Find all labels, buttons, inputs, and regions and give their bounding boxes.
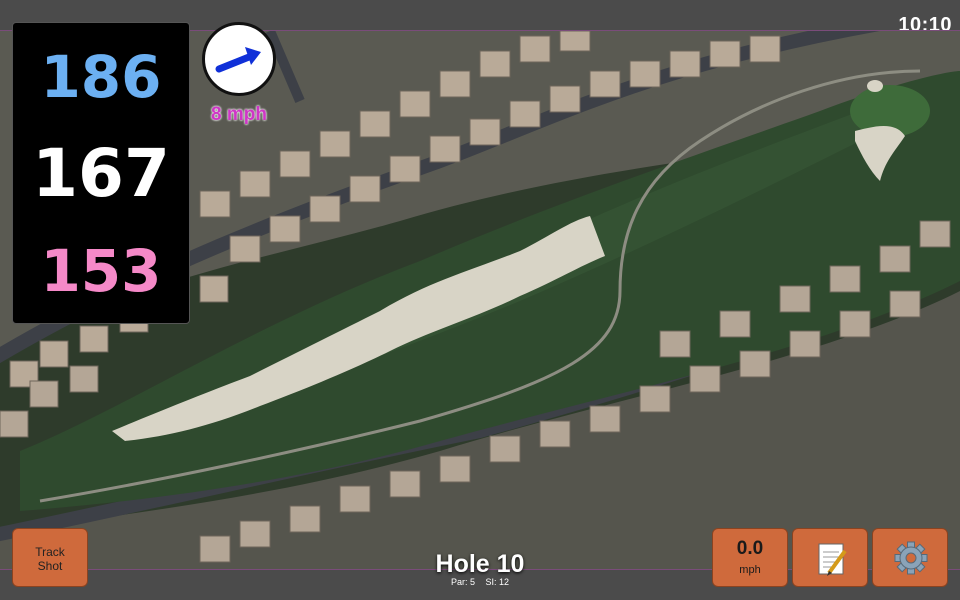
- wind-direction-arrow-icon: [215, 47, 261, 73]
- notes-button[interactable]: [792, 528, 868, 587]
- hole-title: Hole 10: [435, 550, 525, 578]
- hole-stroke-index: SI: 12: [485, 577, 510, 587]
- gear-icon: [894, 541, 928, 575]
- speed-value: 0.0: [736, 538, 764, 559]
- hole-info: Par: 5 SI: 12: [380, 577, 580, 587]
- speed-button[interactable]: 0.0 mph: [712, 528, 788, 587]
- track-shot-label-line2: Shot: [37, 559, 63, 573]
- front-of-green-yardage: 153: [40, 237, 162, 305]
- back-of-green-yardage: 186: [40, 43, 162, 111]
- middle-of-green-yardage: 167: [32, 135, 170, 212]
- speed-unit: mph: [739, 564, 761, 576]
- wind-speed-label: 8 mph: [211, 104, 267, 125]
- track-shot-label-line1: Track: [35, 545, 65, 559]
- wind-indicator: [202, 22, 276, 96]
- track-shot-button[interactable]: Track Shot: [12, 528, 88, 587]
- yardage-panel: 186 167 153: [12, 22, 190, 324]
- settings-button[interactable]: [872, 528, 948, 587]
- notepad-icon: [818, 543, 847, 576]
- hole-par: Par: 5: [450, 577, 475, 587]
